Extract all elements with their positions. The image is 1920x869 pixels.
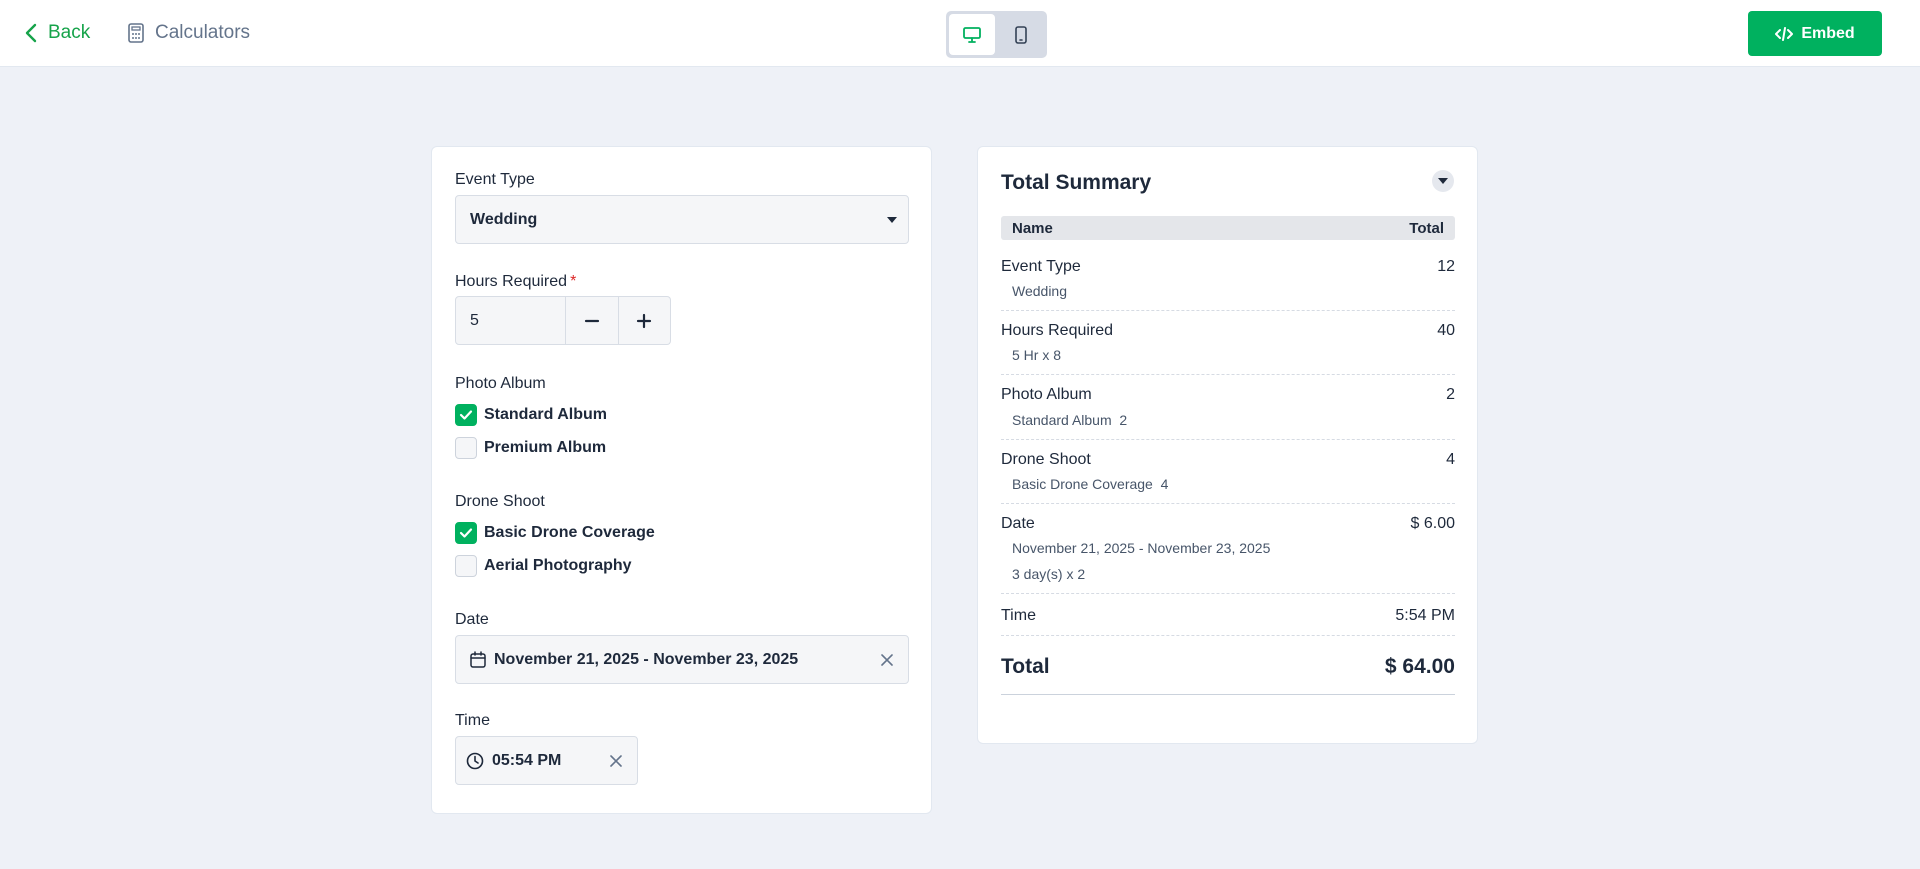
decrement-button[interactable] <box>566 296 619 345</box>
breadcrumb-label: Calculators <box>155 22 251 43</box>
clock-icon <box>466 752 484 769</box>
aerial-photography-label: Aerial Photography <box>484 557 632 574</box>
summary-row-drone-shoot: Drone Shoot 4 Basic Drone Coverage 4 <box>1001 451 1455 504</box>
date-range-value: November 21, 2025 - November 23, 2025 <box>494 650 799 668</box>
hours-input[interactable] <box>455 296 566 345</box>
summary-row-name: Drone Shoot <box>1001 451 1091 468</box>
calculator-icon <box>128 23 144 43</box>
event-type-select[interactable]: Wedding <box>455 195 909 244</box>
embed-label: Embed <box>1801 24 1855 42</box>
view-toggle <box>946 11 1047 58</box>
summary-row-detail: 5 Hr x 8 <box>1012 347 1062 363</box>
total-label: Total <box>1001 655 1050 678</box>
breadcrumb-calculators[interactable]: Calculators <box>127 20 250 46</box>
drone-shoot-label: Drone Shoot <box>455 493 545 510</box>
summary-row-event-type: Event Type 12 Wedding <box>1001 258 1455 311</box>
summary-title: Total Summary <box>1001 171 1152 194</box>
checkbox-unchecked <box>455 555 477 577</box>
desktop-icon <box>963 26 981 43</box>
summary-row-detail: 3 day(s) x 2 <box>1012 566 1086 582</box>
photo-album-label: Photo Album <box>455 375 546 392</box>
desktop-view-button[interactable] <box>949 14 995 55</box>
top-bar: Back Calculators Embed <box>0 0 1920 67</box>
back-button[interactable]: Back <box>24 20 90 46</box>
aerial-photography-checkbox[interactable]: Aerial Photography <box>455 555 632 577</box>
plus-icon <box>637 313 652 328</box>
event-type-value: Wedding <box>470 210 538 228</box>
date-range-input[interactable]: November 21, 2025 - November 23, 2025 <box>455 635 909 684</box>
summary-row-name: Time <box>1001 607 1036 624</box>
code-icon <box>1775 26 1794 41</box>
date-label: Date <box>455 611 489 628</box>
hours-required-label: Hours Required * <box>455 273 577 290</box>
summary-row-value: 40 <box>1437 322 1455 339</box>
hours-stepper <box>455 296 671 345</box>
summary-row-value: 12 <box>1437 258 1455 275</box>
mobile-icon <box>1015 25 1027 44</box>
summary-row-value: $ 6.00 <box>1410 515 1455 532</box>
column-name-header: Name <box>1012 219 1053 237</box>
column-total-header: Total <box>1409 219 1444 237</box>
calendar-icon <box>470 651 486 668</box>
check-icon <box>459 410 473 420</box>
embed-button[interactable]: Embed <box>1748 11 1882 56</box>
minus-icon <box>584 319 599 322</box>
summary-row-detail: Wedding <box>1012 283 1068 299</box>
basic-drone-coverage-label: Basic Drone Coverage <box>484 524 655 541</box>
summary-row-detail: Standard Album 2 <box>1012 412 1128 428</box>
standard-album-checkbox[interactable]: Standard Album <box>455 404 607 426</box>
chevron-left-icon <box>25 23 37 43</box>
checkbox-unchecked <box>455 437 477 459</box>
premium-album-checkbox[interactable]: Premium Album <box>455 437 606 459</box>
summary-row-value: 2 <box>1446 386 1455 403</box>
increment-button[interactable] <box>618 296 671 345</box>
total-summary-panel: Total Summary Name Total Event Type 12 W… <box>977 146 1478 744</box>
required-mark: * <box>570 273 577 290</box>
summary-row-value: 5:54 PM <box>1395 607 1455 624</box>
summary-row-hours-required: Hours Required 40 5 Hr x 8 <box>1001 322 1455 375</box>
summary-row-date: Date $ 6.00 November 21, 2025 - November… <box>1001 515 1455 594</box>
mobile-view-button[interactable] <box>998 14 1044 55</box>
summary-total-row: Total $ 64.00 <box>1001 655 1455 695</box>
summary-row-name: Event Type <box>1001 258 1081 275</box>
time-label: Time <box>455 712 490 729</box>
time-value: 05:54 PM <box>492 751 562 769</box>
back-label: Back <box>48 22 91 43</box>
summary-row-name: Hours Required <box>1001 322 1114 339</box>
summary-row-name: Date <box>1001 515 1035 532</box>
collapse-button[interactable] <box>1432 170 1454 192</box>
check-icon <box>459 528 473 538</box>
calculator-form: Event Type Wedding Hours Required* Photo… <box>431 146 932 814</box>
time-input[interactable]: 05:54 PM <box>455 736 638 785</box>
summary-header-row: Name Total <box>1001 216 1455 240</box>
summary-row-photo-album: Photo Album 2 Standard Album 2 <box>1001 386 1455 440</box>
event-type-label: Event Type <box>455 171 535 188</box>
close-icon[interactable] <box>609 754 623 768</box>
total-value: $ 64.00 <box>1384 655 1455 678</box>
basic-drone-coverage-checkbox[interactable]: Basic Drone Coverage <box>455 522 655 544</box>
summary-row-time: Time 5:54 PM <box>1001 607 1455 636</box>
summary-row-name: Photo Album <box>1001 386 1092 403</box>
close-icon[interactable] <box>880 653 894 667</box>
caret-down-icon <box>887 217 897 223</box>
standard-album-label: Standard Album <box>484 406 607 423</box>
checkbox-checked <box>455 404 477 426</box>
summary-row-value: 4 <box>1446 451 1455 468</box>
premium-album-label: Premium Album <box>484 439 607 456</box>
summary-row-detail: November 21, 2025 - November 23, 2025 <box>1012 540 1271 556</box>
caret-down-icon <box>1438 177 1448 184</box>
checkbox-checked <box>455 522 477 544</box>
summary-row-detail: Basic Drone Coverage 4 <box>1012 476 1169 492</box>
